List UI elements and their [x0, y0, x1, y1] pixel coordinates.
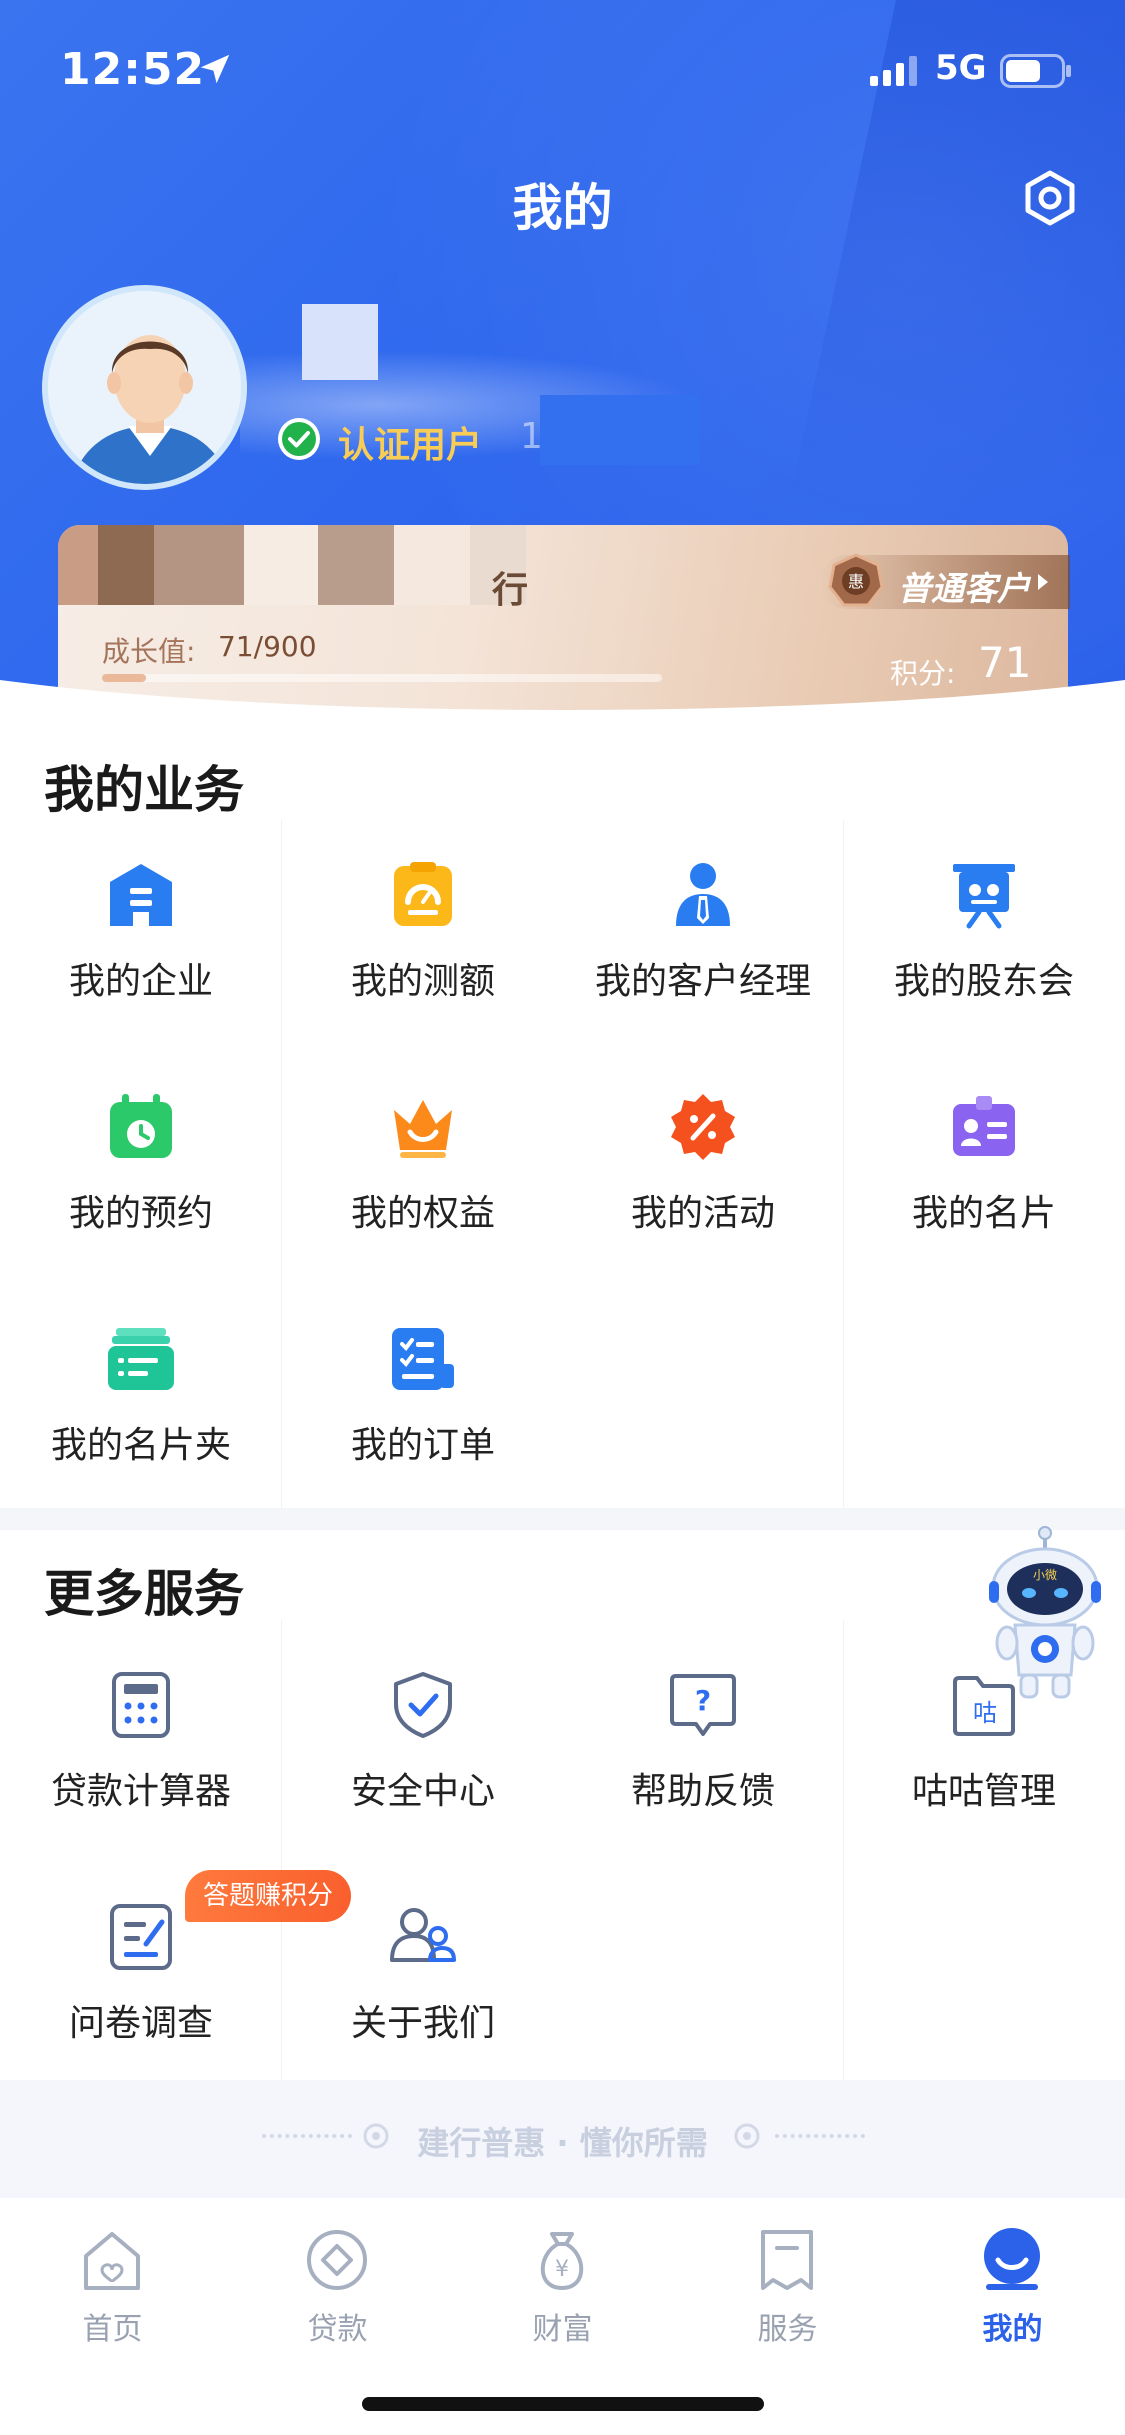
page-title: 我的: [512, 179, 613, 237]
tab-wealth[interactable]: ¥ 财富: [450, 2216, 675, 2356]
tab-label: 服务: [757, 2312, 818, 2347]
section-title: 我的业务: [44, 761, 244, 819]
robot-assistant-icon[interactable]: 小微: [985, 1525, 1105, 1705]
id-card-icon: [953, 1096, 1015, 1156]
network-type: 5G: [935, 48, 987, 88]
wealth-glyph: ¥: [555, 2257, 569, 2282]
section-divider: [0, 1508, 1125, 1530]
my-enterprise-button[interactable]: 我的企业: [0, 830, 282, 1060]
tab-home[interactable]: 首页: [0, 2216, 225, 2356]
home-icon: [84, 2232, 140, 2290]
shareholder-icon: [953, 864, 1015, 929]
phone-redaction: [540, 395, 700, 465]
battery-icon: [1000, 54, 1071, 88]
item-label: 我的名片夹: [50, 1425, 231, 1466]
card-pixelation: [98, 525, 154, 605]
my-appointment-button[interactable]: 我的预约: [0, 1062, 282, 1292]
card-pixelation: [154, 525, 244, 605]
loan-calculator-button[interactable]: 贷款计算器: [0, 1640, 282, 1870]
item-label: 我的客户经理: [594, 961, 811, 1002]
item-label: 我的预约: [68, 1193, 213, 1234]
card-pixelation: [244, 525, 318, 605]
help-feedback-button[interactable]: ? 帮助反馈: [562, 1640, 844, 1870]
more-services-section: 更多服务 贷款计算器 安全中心 ? 帮助反馈 咕 咕咕管理 问卷调查 关于我们: [0, 1530, 1125, 2080]
level-label[interactable]: 普通客户: [898, 562, 1030, 610]
my-shareholder-meeting-button[interactable]: 我的股东会: [843, 830, 1125, 1060]
enterprise-icon: [110, 864, 172, 926]
card-pixelation: [394, 525, 470, 605]
item-label: 贷款计算器: [50, 1771, 231, 1812]
tab-profile[interactable]: 我的: [900, 2216, 1125, 2356]
my-business-section: 我的业务 我的企业 我的测额 我的客户经理 我的股东会 我的预约 我的权益 我的…: [0, 730, 1125, 1510]
service-icon: [761, 2230, 813, 2290]
profile-icon: [984, 2228, 1040, 2290]
my-card-holder-button[interactable]: 我的名片夹: [0, 1294, 282, 1524]
cellular-signal-icon: [870, 56, 917, 86]
tab-label: 首页: [82, 2312, 143, 2347]
tab-loan[interactable]: 贷款: [225, 2216, 450, 2356]
tab-label: 财富: [532, 2312, 593, 2347]
card-pixelation: [58, 525, 98, 605]
my-business-card-button[interactable]: 我的名片: [843, 1062, 1125, 1292]
level-medal-icon: 惠: [828, 553, 884, 607]
item-label: 帮助反馈: [630, 1771, 775, 1812]
shield-icon: [394, 1672, 452, 1738]
status-bar: 12:52 5G: [0, 0, 1125, 140]
security-center-button[interactable]: 安全中心: [282, 1640, 564, 1870]
discount-icon: [671, 1094, 735, 1160]
tab-label: 我的: [982, 2312, 1043, 2347]
status-time: 12:52: [60, 44, 206, 95]
wealth-icon: ¥: [540, 2232, 584, 2290]
home-indicator: [362, 2397, 764, 2411]
item-label: 我的测额: [350, 961, 495, 1002]
my-benefits-button[interactable]: 我的权益: [282, 1062, 564, 1292]
quota-icon: [394, 862, 452, 926]
item-label: 我的活动: [630, 1193, 775, 1234]
manager-icon: [676, 863, 730, 926]
item-label: 我的股东会: [893, 961, 1074, 1002]
crown-icon: [394, 1100, 452, 1158]
slogan-text: 建行普惠 · 懂你所需: [417, 2124, 708, 2162]
item-label: 安全中心: [350, 1771, 495, 1812]
item-label: 我的权益: [350, 1193, 495, 1234]
settings-icon[interactable]: [1020, 168, 1080, 228]
item-label: 我的名片: [911, 1193, 1056, 1234]
growth-value: 71/900: [218, 630, 317, 663]
quiz-reward-badge[interactable]: 答题赚积分: [185, 1870, 352, 1922]
my-activities-button[interactable]: 我的活动: [562, 1062, 844, 1292]
about-icon: [390, 1908, 456, 1962]
svg-text:惠: 惠: [848, 572, 864, 591]
item-label: 问卷调查: [68, 2003, 213, 2044]
location-arrow-icon: [200, 54, 230, 84]
card-pixelation: [318, 525, 394, 605]
item-label: 关于我们: [350, 2003, 495, 2044]
help-icon: ?: [670, 1674, 736, 1736]
my-account-manager-button[interactable]: 我的客户经理: [562, 830, 844, 1060]
section-title: 更多服务: [44, 1565, 244, 1623]
my-quota-button[interactable]: 我的测额: [282, 830, 564, 1060]
item-label: 我的企业: [68, 961, 213, 1002]
tab-label: 贷款: [307, 2312, 368, 2347]
calculator-icon: [112, 1672, 170, 1738]
tab-service[interactable]: 服务: [675, 2216, 900, 2356]
item-label: 咕咕管理: [911, 1771, 1056, 1812]
bank-name: 行: [492, 570, 529, 611]
card-holder-icon: [108, 1328, 174, 1390]
svg-text:?: ?: [695, 1684, 711, 1717]
robot-label: 小微: [1033, 1568, 1057, 1582]
loan-icon: [307, 2230, 367, 2290]
verified-check-icon: [278, 418, 320, 460]
order-icon: [392, 1328, 454, 1390]
level-arrow-icon: [1038, 574, 1048, 590]
calendar-icon: [110, 1094, 172, 1158]
avatar[interactable]: [42, 285, 247, 490]
user-name-redacted: [302, 304, 378, 380]
survey-icon: [110, 1904, 172, 1970]
verified-user-label: 认证用户: [338, 425, 483, 466]
my-orders-button[interactable]: 我的订单: [282, 1294, 564, 1524]
growth-label: 成长值:: [102, 635, 196, 668]
item-label: 我的订单: [350, 1425, 495, 1466]
